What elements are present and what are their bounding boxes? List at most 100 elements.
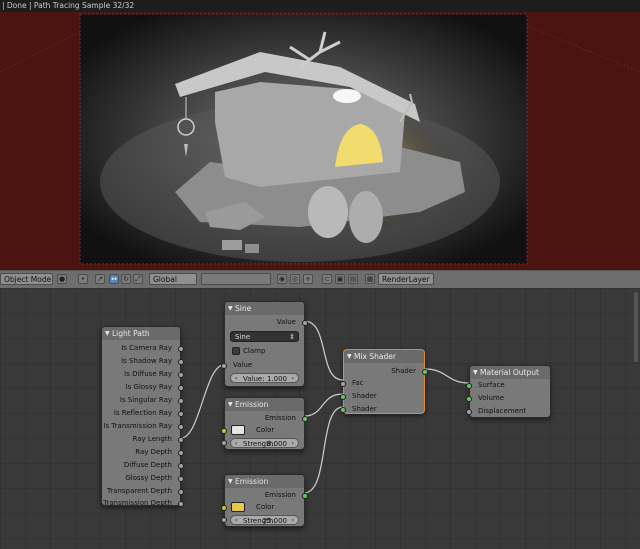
mix-shader-output-label: Shader xyxy=(391,367,416,375)
output-socket[interactable] xyxy=(178,372,184,378)
emission-2-header[interactable]: ▼ Emission xyxy=(225,475,304,488)
light-path-output: Is Transmission Ray xyxy=(103,422,172,430)
emission-node-2[interactable]: ▼ Emission Emission Color ‹ Strength: 25.… xyxy=(221,474,308,527)
displacement-input-socket[interactable] xyxy=(466,409,472,415)
increment-arrow-icon[interactable]: › xyxy=(292,516,294,526)
output-socket[interactable] xyxy=(178,463,184,469)
emission-2-strength-field[interactable]: ‹ Strength: 25.000 › xyxy=(230,515,299,525)
shader-output-socket[interactable] xyxy=(302,416,308,422)
emission-node-1[interactable]: ▼ Emission Emission Color ‹ Strength: 8.0… xyxy=(221,397,308,450)
emission-2-color-label: Color xyxy=(256,503,275,511)
shader-input-socket[interactable] xyxy=(340,407,346,413)
decrement-arrow-icon[interactable]: ‹ xyxy=(235,374,237,384)
math-operation-dropdown[interactable]: Sine ⇕ xyxy=(230,331,299,342)
mode-selector[interactable]: Object Mode xyxy=(0,273,53,285)
sine-value-field[interactable]: ‹ Value: 1.000 › xyxy=(230,373,299,383)
render-layer-icon: ▦ xyxy=(365,274,375,284)
3d-viewport-render[interactable] xyxy=(0,12,640,270)
light-path-node-header[interactable]: ▼ Light Path xyxy=(102,327,180,340)
output-socket[interactable] xyxy=(178,476,184,482)
output-socket[interactable] xyxy=(178,450,184,456)
increment-arrow-icon[interactable]: › xyxy=(292,374,294,384)
shader-output-socket[interactable] xyxy=(302,493,308,499)
emission-1-color-swatch[interactable] xyxy=(231,425,245,435)
viewport-shading-icon[interactable]: ● xyxy=(57,274,67,284)
collapse-triangle-icon[interactable]: ▼ xyxy=(228,302,233,315)
strength-value: 8.000 xyxy=(266,440,287,448)
decrement-arrow-icon[interactable]: ‹ xyxy=(235,439,237,449)
node-editor-canvas[interactable]: ▼ Light Path Is Camera Ray Is Shadow Ray … xyxy=(0,288,640,549)
mix-shader-title: Mix Shader xyxy=(354,352,396,361)
color-input-socket[interactable] xyxy=(221,505,227,511)
collapse-triangle-icon[interactable]: ▼ xyxy=(473,366,478,379)
volume-input-socket[interactable] xyxy=(466,396,472,402)
render-status-bar: | Done | Path Tracing Sample 32/32 xyxy=(0,0,640,12)
light-path-output: Is Diffuse Ray xyxy=(124,370,172,378)
color-input-socket[interactable] xyxy=(221,428,227,434)
shader-output-socket[interactable] xyxy=(422,369,428,375)
dropdown-arrows-icon: ⇕ xyxy=(289,333,295,341)
shader-input-socket[interactable] xyxy=(340,394,346,400)
emission-2-title: Emission xyxy=(235,477,269,486)
sine-node-header[interactable]: ▼ Sine xyxy=(225,302,304,315)
clamp-checkbox[interactable] xyxy=(232,347,240,355)
strength-input-socket[interactable] xyxy=(221,517,227,523)
manipulator-scale-icon[interactable]: ⤢ xyxy=(133,274,143,284)
render-layer-selector[interactable]: RenderLayer xyxy=(378,273,434,285)
emission-1-header[interactable]: ▼ Emission xyxy=(225,398,304,411)
collapse-triangle-icon[interactable]: ▼ xyxy=(105,327,110,340)
output-socket[interactable] xyxy=(178,437,184,443)
mix-shader-input-label: Shader xyxy=(352,392,377,400)
proportional-edit-icon[interactable]: ◎ xyxy=(290,274,300,284)
rendered-scene xyxy=(0,13,640,265)
transform-orientation-selector[interactable]: Global xyxy=(149,273,197,285)
fac-input-socket[interactable] xyxy=(340,381,346,387)
light-path-output: Is Camera Ray xyxy=(121,344,172,352)
opengl-render-icon[interactable]: ▣ xyxy=(335,274,345,284)
output-socket[interactable] xyxy=(178,411,184,417)
light-path-node[interactable]: ▼ Light Path Is Camera Ray Is Shadow Ray … xyxy=(101,326,184,507)
output-socket[interactable] xyxy=(178,385,184,391)
decrement-arrow-icon[interactable]: ‹ xyxy=(235,516,237,526)
manipulator-rotate-icon[interactable]: ↻ xyxy=(121,274,131,284)
strength-value: 25.000 xyxy=(262,517,288,525)
output-socket[interactable] xyxy=(302,320,308,326)
light-path-output: Transparent Depth xyxy=(107,487,172,495)
mix-fac-label: Fac xyxy=(352,379,364,387)
sine-math-node[interactable]: ▼ Sine Value Sine ⇕ Clamp Value ‹ Value: 1… xyxy=(221,301,308,387)
math-operation-value: Sine xyxy=(235,333,251,341)
strength-input-socket[interactable] xyxy=(221,440,227,446)
input-socket[interactable] xyxy=(221,363,227,369)
layer-buttons[interactable] xyxy=(201,273,271,285)
output-socket[interactable] xyxy=(178,359,184,365)
opengl-animation-icon[interactable]: ▤ xyxy=(348,274,358,284)
mix-shader-node[interactable]: ▼ Mix Shader Shader Fac Shader Shader xyxy=(340,349,428,414)
snap-toggle-icon[interactable]: ⊂ xyxy=(322,274,332,284)
collapse-triangle-icon[interactable]: ▼ xyxy=(347,350,352,363)
collapse-triangle-icon[interactable]: ▼ xyxy=(228,398,233,411)
output-socket[interactable] xyxy=(178,489,184,495)
increment-arrow-icon[interactable]: › xyxy=(292,439,294,449)
light-path-output: Diffuse Depth xyxy=(123,461,172,469)
light-path-output: Ray Depth xyxy=(135,448,172,456)
light-path-output: Glossy Depth xyxy=(125,474,172,482)
output-socket[interactable] xyxy=(178,346,184,352)
mix-shader-header[interactable]: ▼ Mix Shader xyxy=(344,350,424,363)
emission-2-color-swatch[interactable] xyxy=(231,502,245,512)
material-output-header[interactable]: ▼ Material Output xyxy=(470,366,550,379)
emission-1-strength-field[interactable]: ‹ Strength: 8.000 › xyxy=(230,438,299,448)
collapse-triangle-icon[interactable]: ▼ xyxy=(228,475,233,488)
output-socket[interactable] xyxy=(178,398,184,404)
manipulator-translate-icon[interactable]: ↔ xyxy=(109,274,119,284)
snap-element-icon[interactable]: + xyxy=(303,274,313,284)
layer-lock-icon[interactable]: ◉ xyxy=(277,274,287,284)
pivot-point-icon[interactable]: • xyxy=(78,274,88,284)
output-socket[interactable] xyxy=(178,424,184,430)
material-output-node[interactable]: ▼ Material Output Surface Volume Displace… xyxy=(466,365,551,418)
emission-1-title: Emission xyxy=(235,400,269,409)
surface-input-socket[interactable] xyxy=(466,383,472,389)
output-socket[interactable] xyxy=(178,501,184,507)
emission-1-output-label: Emission xyxy=(264,414,296,422)
clamp-label: Clamp xyxy=(243,347,266,355)
manipulator-toggle-icon[interactable]: ↗ xyxy=(95,274,105,284)
